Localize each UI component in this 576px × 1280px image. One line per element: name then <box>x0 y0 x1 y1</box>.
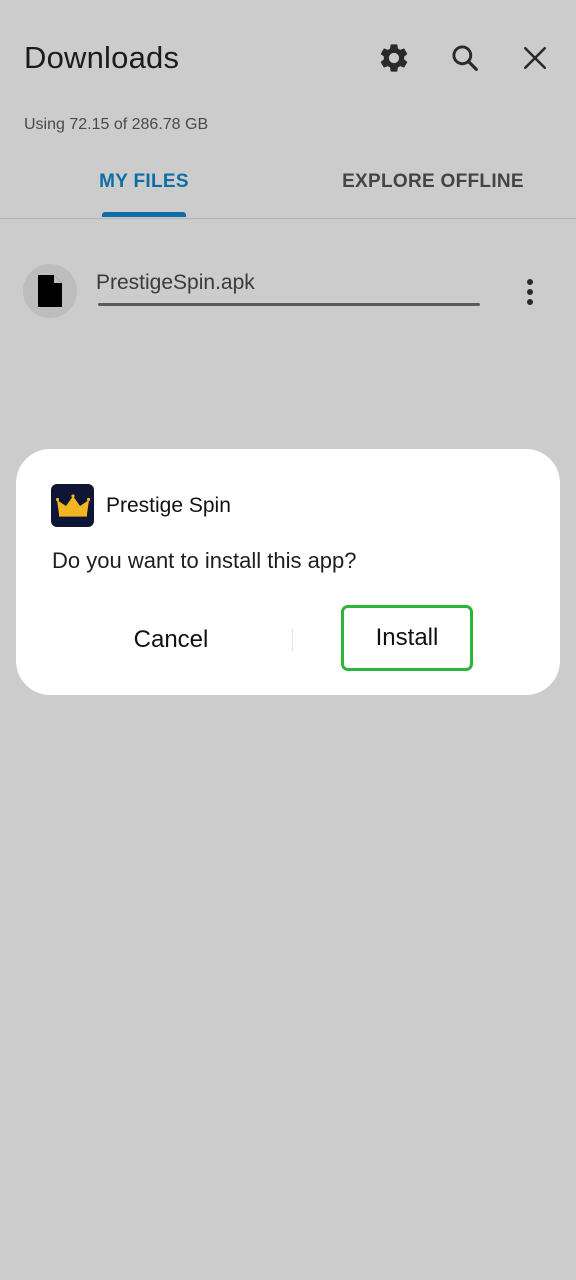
settings-button[interactable] <box>374 38 414 78</box>
app-header: Downloads Using 72.15 of 286.78 GB <box>0 0 576 133</box>
active-tab-indicator <box>102 212 186 217</box>
install-question: Do you want to install this app? <box>52 548 357 573</box>
close-icon <box>523 46 547 70</box>
download-progress-bar <box>98 303 480 306</box>
install-dialog: Prestige Spin Do you want to install thi… <box>16 449 560 695</box>
cancel-button[interactable]: Cancel <box>91 609 251 671</box>
app-name: Prestige Spin <box>106 494 231 517</box>
gear-icon <box>380 44 408 72</box>
button-divider <box>292 629 293 651</box>
install-button[interactable]: Install <box>341 605 473 671</box>
tab-my-files[interactable]: MY FILES <box>60 160 228 218</box>
search-button[interactable] <box>445 38 485 78</box>
more-vert-icon <box>527 279 533 305</box>
page-title: Downloads <box>24 40 180 75</box>
file-icon <box>38 275 62 307</box>
tab-bar: MY FILES EXPLORE OFFLINE <box>0 160 576 219</box>
list-item[interactable]: PrestigeSpin.apk <box>0 250 576 334</box>
search-icon <box>452 45 478 71</box>
crown-icon <box>55 493 90 517</box>
storage-usage: Using 72.15 of 286.78 GB <box>24 116 209 133</box>
tab-explore-offline[interactable]: EXPLORE OFFLINE <box>320 160 546 218</box>
app-icon <box>51 484 94 527</box>
file-name: PrestigeSpin.apk <box>96 271 255 294</box>
close-button[interactable] <box>515 38 555 78</box>
more-options-button[interactable] <box>514 272 546 312</box>
file-avatar <box>23 264 77 318</box>
